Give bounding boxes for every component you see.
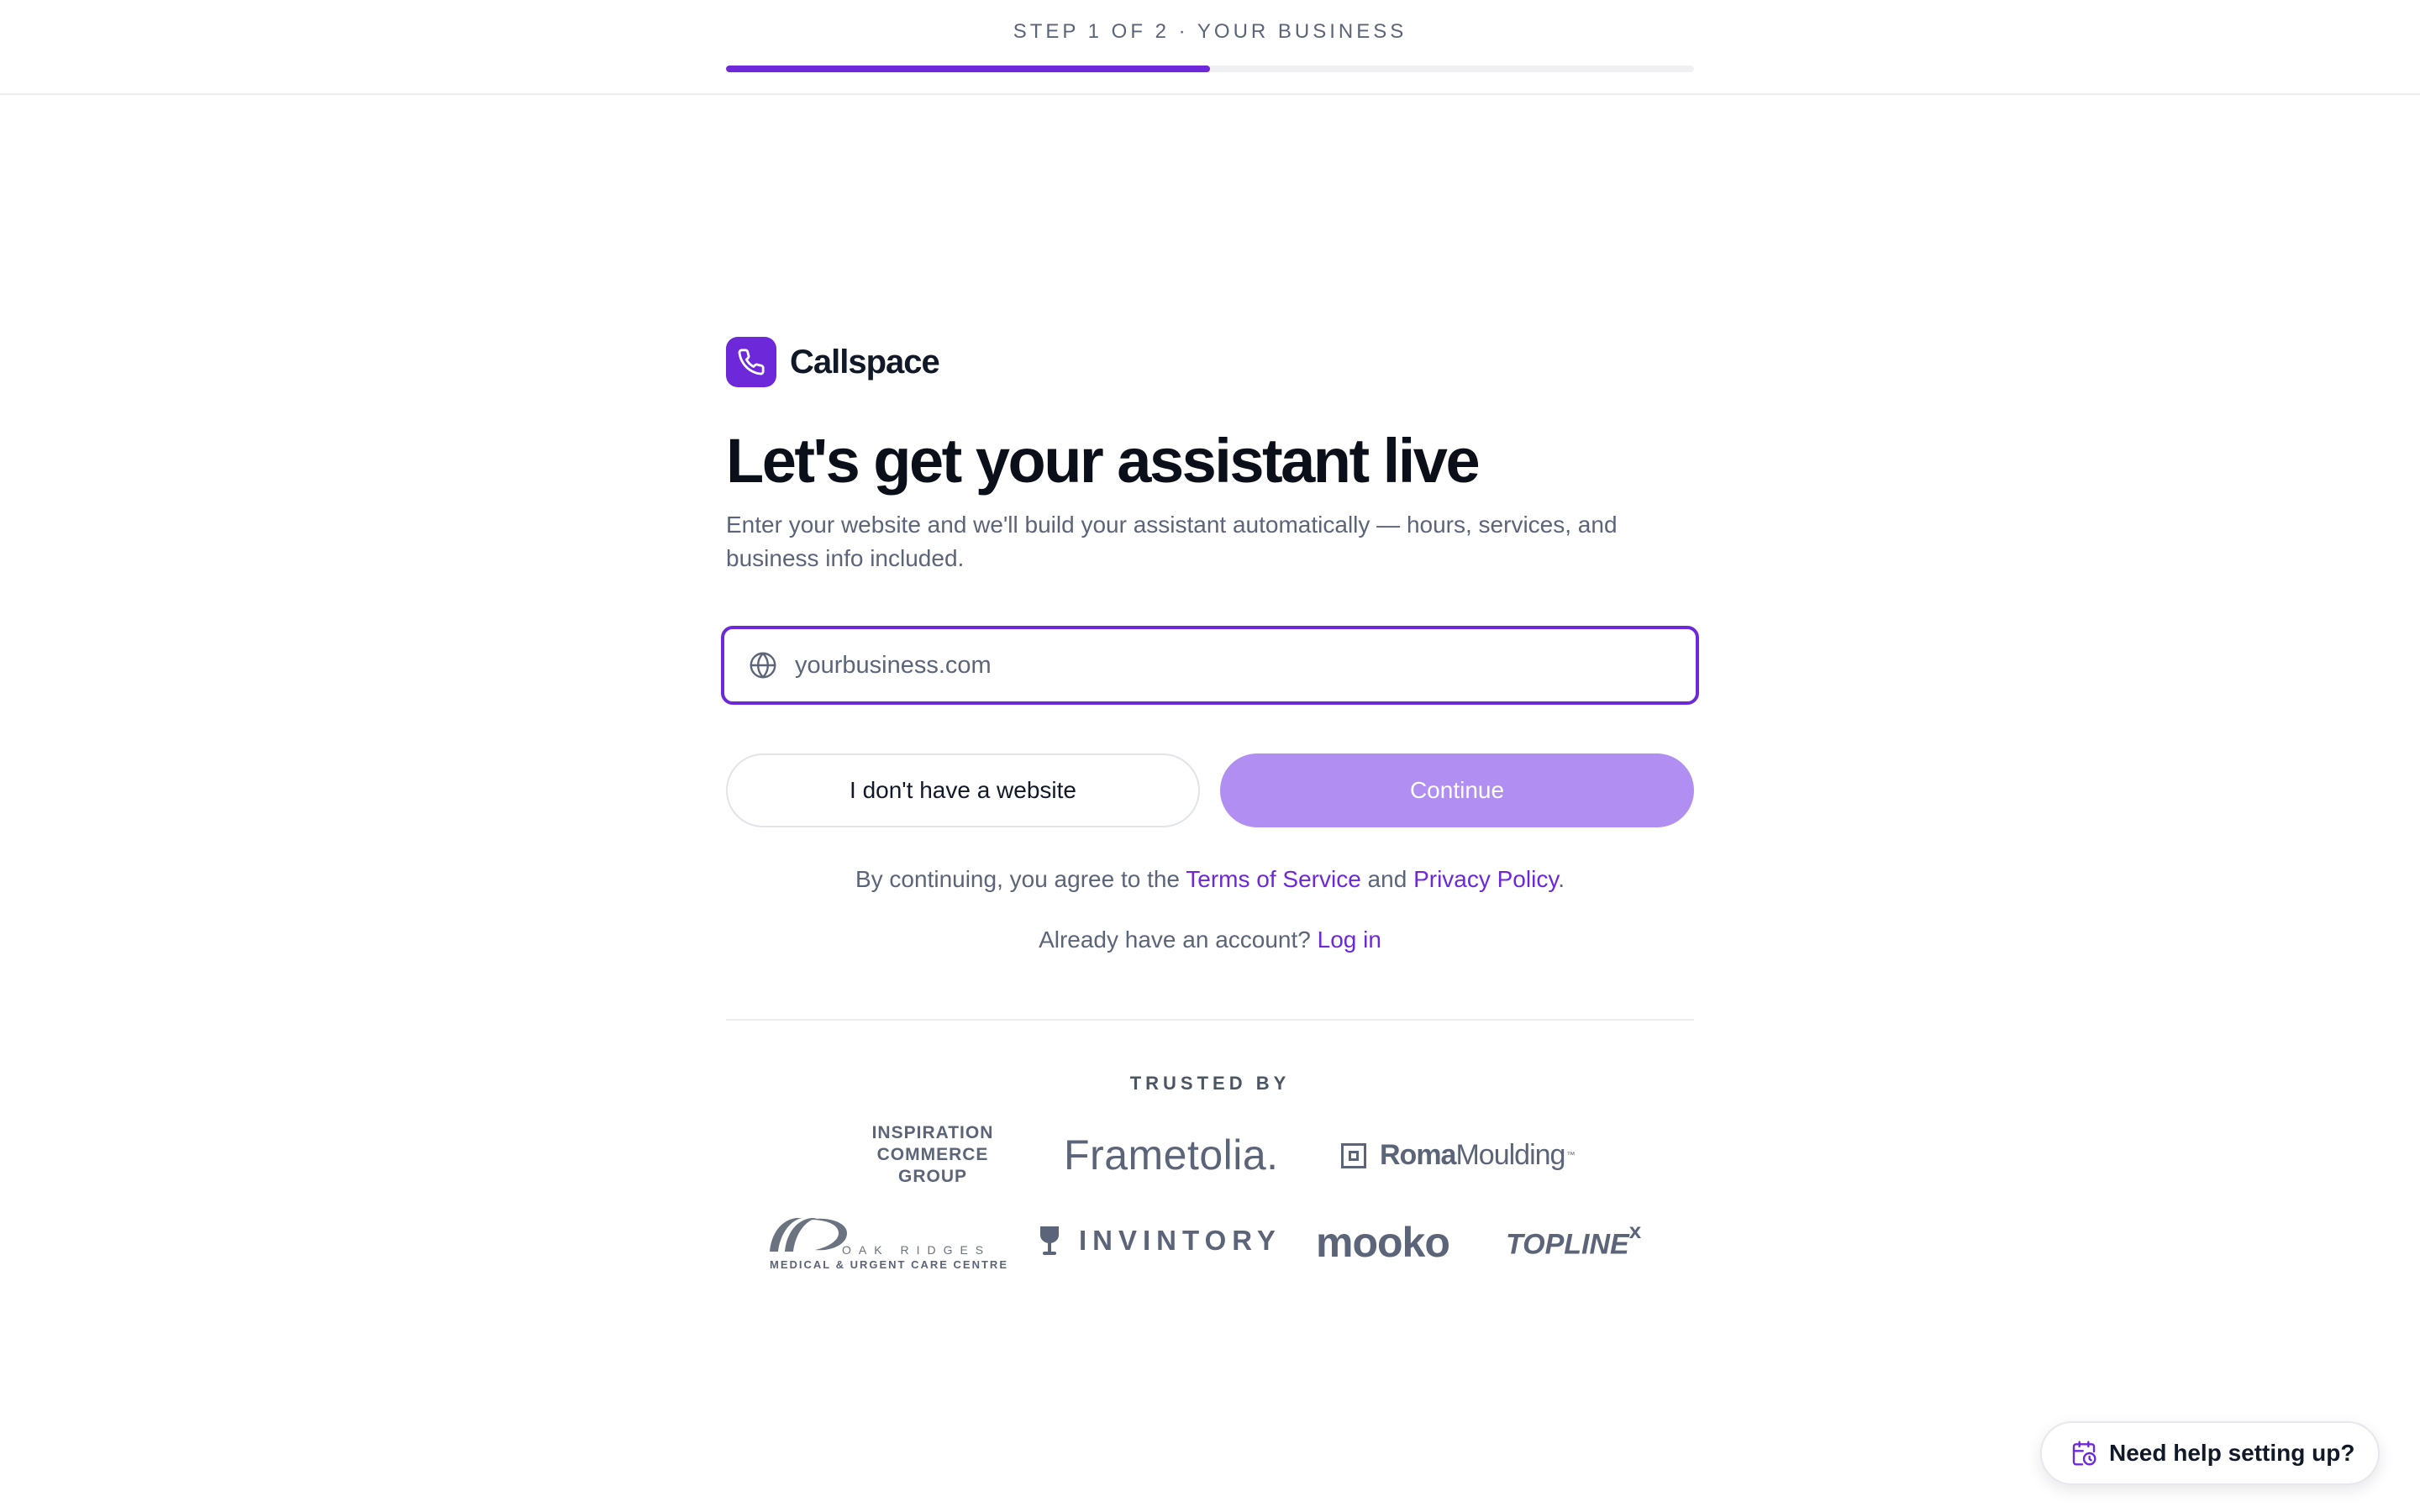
icg-logo-line: INSPIRATION xyxy=(871,1123,994,1142)
roma-moulding-logo: Roma Moulding ™ xyxy=(1341,1139,1575,1172)
topline-logo-text: TOPLINE xyxy=(1506,1228,1629,1261)
oak-ridges-logo-tagline: MEDICAL & URGENT CARE CENTRE xyxy=(770,1258,1008,1271)
progress-bar-fill xyxy=(726,66,1210,72)
website-field[interactable] xyxy=(721,626,1699,706)
privacy-policy-link[interactable]: Privacy Policy xyxy=(1413,866,1558,892)
page-subtitle: Enter your website and we'll build your … xyxy=(726,512,1618,572)
progress-header: STEP 1 OF 2 · YOUR BUSINESS xyxy=(0,0,2420,95)
no-website-button[interactable]: I don't have a website xyxy=(726,753,1200,828)
login-prompt: Already have an account? Log in xyxy=(726,927,1694,953)
legal-suffix: . xyxy=(1558,866,1565,893)
progress-bar xyxy=(726,66,1694,72)
icg-logo-line: COMMERCE xyxy=(876,1145,989,1164)
roma-logo-bold: Roma xyxy=(1380,1139,1456,1171)
oak-ridges-mark-icon xyxy=(770,1218,847,1252)
invintory-logo-text: INVINTORY xyxy=(1079,1225,1281,1256)
login-link[interactable]: Log in xyxy=(1318,927,1381,953)
page-title: Let's get your assistant live xyxy=(726,426,1481,496)
legal-notice: By continuing, you agree to the Terms of… xyxy=(726,866,1694,893)
trusted-by-label: TRUSTED BY xyxy=(1129,1073,1291,1095)
brand: Callspace xyxy=(726,336,1694,388)
mooko-logo: mooko xyxy=(1316,1219,1450,1266)
roma-square-icon xyxy=(1341,1142,1366,1168)
oak-ridges-logo: OAK RIDGES MEDICAL & URGENT CARE CENTRE xyxy=(766,1215,1007,1273)
icg-logo-line: GROUP xyxy=(897,1167,967,1186)
onboarding-form: Callspace Let's get your assistant live … xyxy=(721,336,1699,1095)
legal-prefix: By continuing, you agree to the xyxy=(855,866,1186,893)
continue-button[interactable]: Continue xyxy=(1220,753,1694,828)
login-prompt-text: Already have an account? xyxy=(1039,927,1318,953)
topline-logo: TOPLINEx xyxy=(1506,1218,1641,1261)
roma-logo-light: Moulding xyxy=(1455,1139,1565,1171)
inspiration-commerce-group-logo: INSPIRATION COMMERCE GROUP xyxy=(857,1122,1008,1188)
form-actions: I don't have a website Continue xyxy=(726,753,1694,828)
wine-glass-icon xyxy=(1039,1225,1060,1257)
step-label: STEP 1 OF 2 · YOUR BUSINESS xyxy=(1013,20,1407,43)
globe-icon xyxy=(748,650,778,680)
terms-of-service-link[interactable]: Terms of Service xyxy=(1186,866,1361,892)
legal-middle: and xyxy=(1360,866,1414,893)
roma-logo-tm: ™ xyxy=(1566,1151,1575,1160)
frametolia-logo: Frametolia. xyxy=(1064,1131,1279,1179)
phone-icon xyxy=(726,337,776,387)
signup-page: STEP 1 OF 2 · YOUR BUSINESS Callspace Le… xyxy=(0,0,2420,1512)
help-setup-label: Need help setting up? xyxy=(2109,1440,2355,1466)
invintory-logo: INVINTORY xyxy=(1039,1225,1281,1257)
brand-name: Callspace xyxy=(790,343,940,381)
website-input[interactable] xyxy=(795,651,1635,680)
oak-ridges-logo-name: OAK RIDGES xyxy=(842,1243,992,1257)
divider xyxy=(726,1019,1694,1021)
calendar-clock-icon xyxy=(2070,1440,2097,1467)
topline-logo-x: x xyxy=(1628,1218,1642,1243)
help-setup-button[interactable]: Need help setting up? xyxy=(2040,1421,2380,1485)
